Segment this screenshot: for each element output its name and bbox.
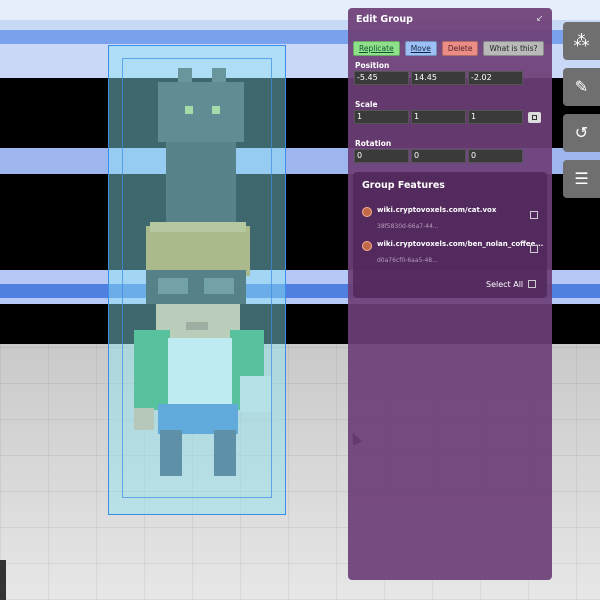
history-icon: ↺	[574, 123, 589, 142]
move-button[interactable]: Move	[404, 41, 437, 56]
feature-id: 38f5830d-66a7-44...	[377, 223, 439, 230]
scale-label: Scale	[355, 100, 378, 109]
select-all-checkbox[interactable]	[528, 280, 536, 288]
select-all-label[interactable]: Select All	[486, 280, 523, 289]
group-features-title: Group Features	[362, 180, 445, 191]
position-y-input[interactable]	[411, 71, 466, 85]
feature-id: d0a76cf0-6aa5-48...	[377, 257, 438, 264]
brush-icon: ✎	[574, 77, 589, 96]
delete-button[interactable]: Delete	[441, 41, 479, 56]
collapse-icon[interactable]: ↙	[536, 14, 544, 24]
position-label: Position	[355, 61, 390, 70]
list-icon: ☰	[574, 169, 589, 188]
history-tool-button[interactable]: ↺	[563, 114, 600, 152]
group-selection-inner	[122, 58, 272, 498]
action-buttons: Replicate Move Delete What is this?	[353, 41, 544, 56]
rotation-y-input[interactable]	[411, 149, 466, 163]
scene-edge	[0, 560, 6, 600]
panel-title: Edit Group	[356, 14, 413, 25]
feature-url: wiki.cryptovoxels.com/ben_nolan_coffee..…	[377, 240, 544, 248]
list-tool-button[interactable]: ☰	[563, 160, 600, 198]
vox-feature-icon	[362, 207, 372, 217]
position-z-input[interactable]	[468, 71, 523, 85]
rotation-label: Rotation	[355, 139, 392, 148]
edit-group-panel: Edit Group ↙ Replicate Move Delete What …	[348, 8, 552, 580]
objects-tool-button[interactable]: ⁂	[563, 22, 600, 60]
what-is-this-button[interactable]: What is this?	[483, 41, 544, 56]
rotation-z-input[interactable]	[468, 149, 523, 163]
scale-y-input[interactable]	[411, 110, 466, 124]
feature-checkbox[interactable]	[530, 245, 538, 253]
scale-x-input[interactable]	[354, 110, 409, 124]
lock-scale-icon[interactable]	[528, 112, 541, 123]
feature-checkbox[interactable]	[530, 211, 538, 219]
vox-feature-icon	[362, 241, 372, 251]
position-x-input[interactable]	[354, 71, 409, 85]
scale-z-input[interactable]	[468, 110, 523, 124]
objects-icon: ⁂	[573, 31, 590, 50]
group-features-section: Group Features wiki.cryptovoxels.com/cat…	[353, 172, 547, 298]
replicate-button[interactable]: Replicate	[353, 41, 400, 56]
paint-tool-button[interactable]: ✎	[563, 68, 600, 106]
feature-url: wiki.cryptovoxels.com/cat.vox	[377, 206, 497, 214]
rotation-x-input[interactable]	[354, 149, 409, 163]
